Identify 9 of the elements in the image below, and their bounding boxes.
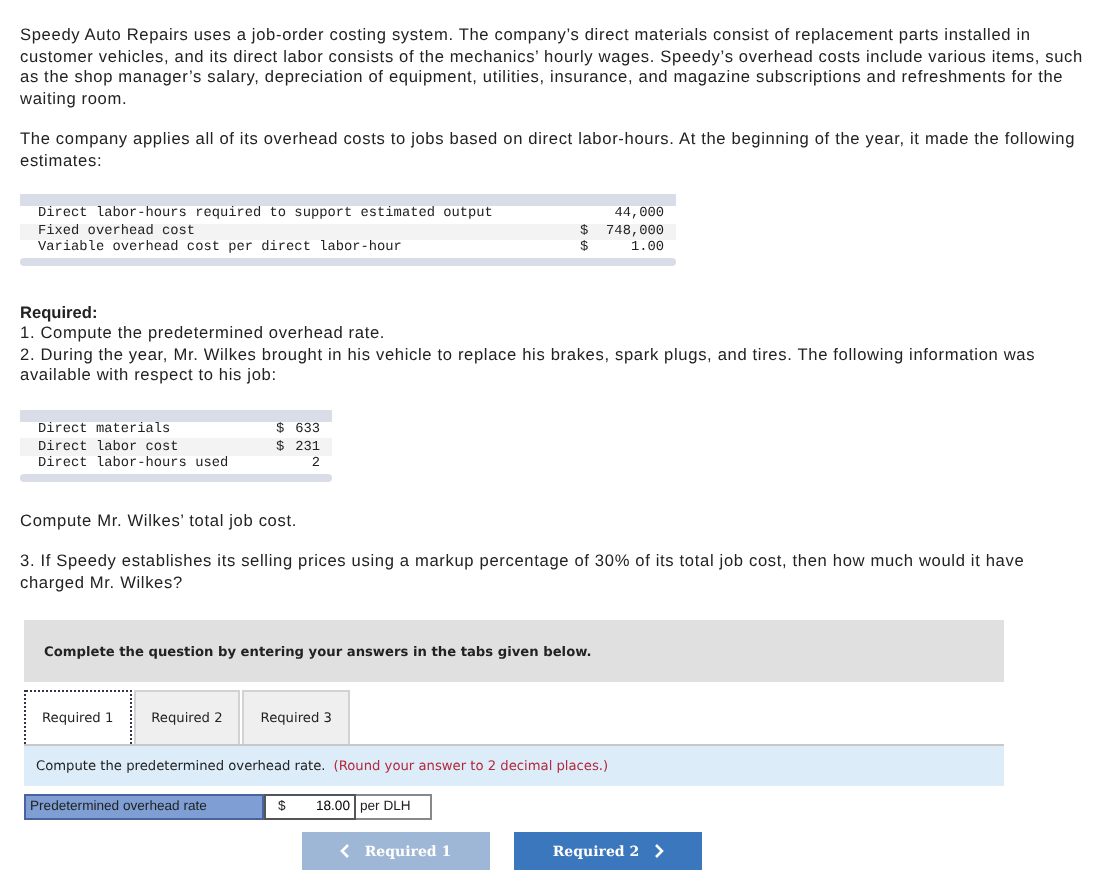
required-heading: Required:	[20, 301, 100, 323]
requirement-text: 1. Compute the predetermined overhead rate.	[20, 322, 388, 344]
paragraph: The company applies all of its overhead costs to jobs based on direct labor-hours. At the beginning of the year, it made the following estimates:	[20, 128, 1078, 170]
question-text: Compute Mr. Wilkes’ total job cost.	[20, 509, 300, 531]
paragraph: Speedy Auto Repairs uses a job-order costing system. The company’s direct materials consist of replacement parts installed in customer vehicles, and its direct labor consists of the mechanics’ hourly wages. Speedy’s overhead costs include various items, such as the shop manager’s salary, depreciation of equipment, utilities, insurance, and magazine subscriptions and refreshments for the waiting room.	[20, 24, 1085, 108]
chevron-right-icon	[653, 844, 664, 859]
requirement-text: 2. During the year, Mr. Wilkes brought in his vehicle to replace his brakes, spark plugs, and tires. The following information was available with respect to his job:	[20, 343, 1038, 386]
question-text: 3. If Speedy establishes its selling prices using a markup percentage of 30% of its total job cost, then how much would it have charged Mr. Wilkes?	[20, 550, 1027, 593]
chevron-left-icon	[340, 844, 351, 859]
